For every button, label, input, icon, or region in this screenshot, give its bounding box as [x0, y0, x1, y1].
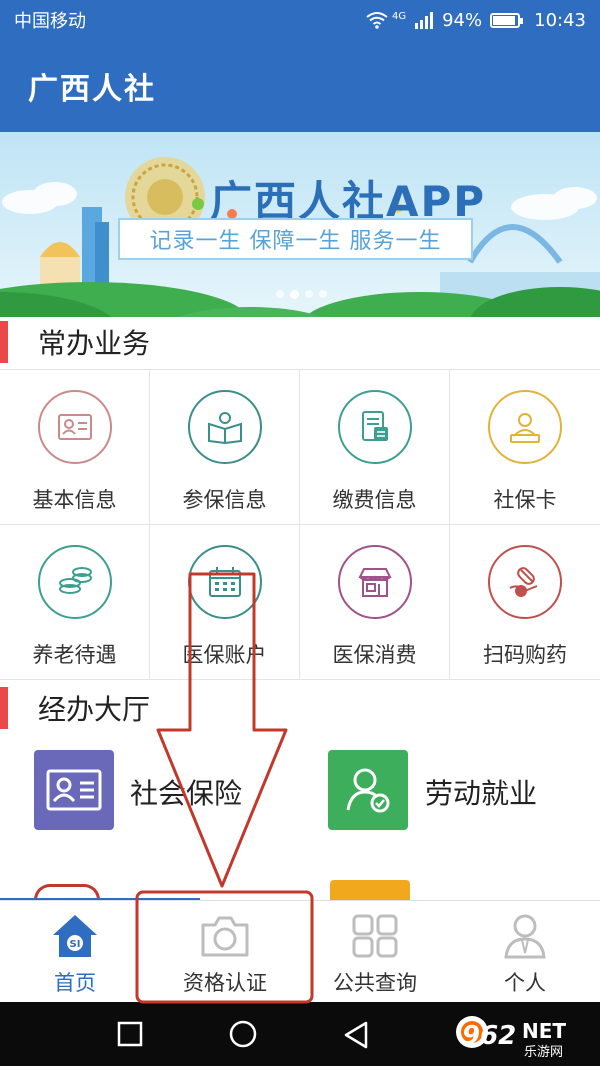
svg-text:NET: NET: [522, 1019, 566, 1043]
back-icon[interactable]: [342, 1020, 370, 1050]
service-label: 缴费信息: [332, 488, 417, 512]
hall-label: 社会保险: [130, 777, 243, 810]
service-label: 基本信息: [32, 488, 117, 512]
camera-icon: [201, 916, 249, 957]
nav-personal[interactable]: 个人: [450, 901, 600, 1001]
nav-label: 个人: [504, 971, 546, 995]
status-bar: 中国移动 4G 94% 10:43: [0, 0, 600, 40]
common-services-grid: 基本信息 参保信息 缴费信息 社保卡 养老待遇 医保账户 医保消费 扫码购药: [0, 369, 600, 680]
signal-icon: [415, 12, 434, 29]
svg-text:SI: SI: [70, 939, 81, 950]
banner-slogan: 记录一生 保障一生 服务一生: [149, 229, 442, 254]
service-label: 医保消费: [332, 643, 417, 667]
svg-text:乐游网: 乐游网: [524, 1045, 563, 1060]
carrier-name: 中国移动: [14, 11, 86, 32]
service-medical-consumption[interactable]: 医保消费: [300, 525, 450, 680]
section-header-common: 常办业务: [0, 317, 600, 367]
app-title: 广西人社: [28, 72, 156, 107]
service-label: 社保卡: [493, 488, 557, 512]
clock: 10:43: [534, 9, 586, 31]
service-label: 扫码购药: [483, 643, 567, 667]
service-payment-info[interactable]: 缴费信息: [300, 370, 450, 525]
id-card-icon: [34, 750, 114, 830]
service-medical-account[interactable]: 医保账户: [150, 525, 300, 680]
carousel-dot-active[interactable]: [290, 290, 299, 299]
section-header-hall: 经办大厅: [0, 683, 600, 733]
open-book-icon: [187, 390, 262, 464]
card-user-icon: [488, 390, 562, 464]
service-label: 医保账户: [182, 643, 267, 667]
id-card-icon: [37, 390, 112, 464]
hall-item-partial-right[interactable]: [330, 880, 410, 900]
store-icon: [337, 545, 412, 619]
carousel-dot[interactable]: [319, 290, 327, 298]
network-type: 4G: [391, 10, 407, 22]
home-button-icon[interactable]: [228, 1020, 258, 1050]
user-check-icon: [328, 750, 408, 830]
nav-label: 公共查询: [333, 971, 417, 995]
nav-home[interactable]: SI 首页: [0, 901, 150, 1001]
battery-percent: 94%: [442, 9, 483, 31]
section-accent-bar: [0, 687, 8, 729]
service-pension[interactable]: 养老待遇: [0, 525, 150, 680]
service-insurance-info[interactable]: 参保信息: [150, 370, 300, 525]
service-social-card[interactable]: 社保卡: [450, 370, 600, 525]
recent-apps-icon[interactable]: [116, 1020, 144, 1048]
section-title-common: 常办业务: [38, 327, 151, 360]
nav-label: 首页: [54, 971, 96, 995]
service-label: 参保信息: [182, 488, 267, 512]
medicine-hand-icon: [488, 545, 562, 619]
grid-icon: [352, 914, 398, 958]
service-label: 养老待遇: [32, 643, 117, 667]
service-basic-info[interactable]: 基本信息: [0, 370, 150, 525]
nav-qualification[interactable]: 资格认证: [150, 901, 300, 1001]
section-title-hall: 经办大厅: [38, 693, 151, 726]
service-scan-medicine[interactable]: 扫码购药: [450, 525, 600, 680]
status-indicators: 4G 94% 10:43: [366, 10, 586, 31]
coins-icon: [37, 545, 112, 619]
battery-icon: [490, 12, 524, 28]
carousel-indicator[interactable]: [276, 290, 327, 299]
hall-label: 劳动就业: [425, 777, 538, 810]
carousel-dot[interactable]: [305, 290, 313, 298]
home-icon: SI: [53, 915, 97, 957]
wifi-icon: [366, 12, 388, 29]
section-accent-bar: [0, 321, 8, 363]
nav-label: 资格认证: [183, 971, 267, 995]
carousel-dot[interactable]: [276, 290, 284, 298]
svg-text:962: 962: [462, 1021, 516, 1051]
calendar-icon: [187, 545, 262, 619]
app-bar: 广西人社: [0, 40, 600, 132]
nav-public-query[interactable]: 公共查询: [300, 901, 450, 1001]
banner-slogan-ribbon: 记录一生 保障一生 服务一生: [118, 218, 473, 260]
document-icon: [337, 390, 412, 464]
bottom-navigation: SI 首页 资格认证 公共查询 个人: [0, 900, 600, 1000]
person-icon: [504, 914, 546, 959]
promo-banner[interactable]: 广西人社APP 记录一生 保障一生 服务一生: [0, 132, 600, 317]
site-watermark-logo: 962 NET 乐游网: [452, 1010, 592, 1060]
